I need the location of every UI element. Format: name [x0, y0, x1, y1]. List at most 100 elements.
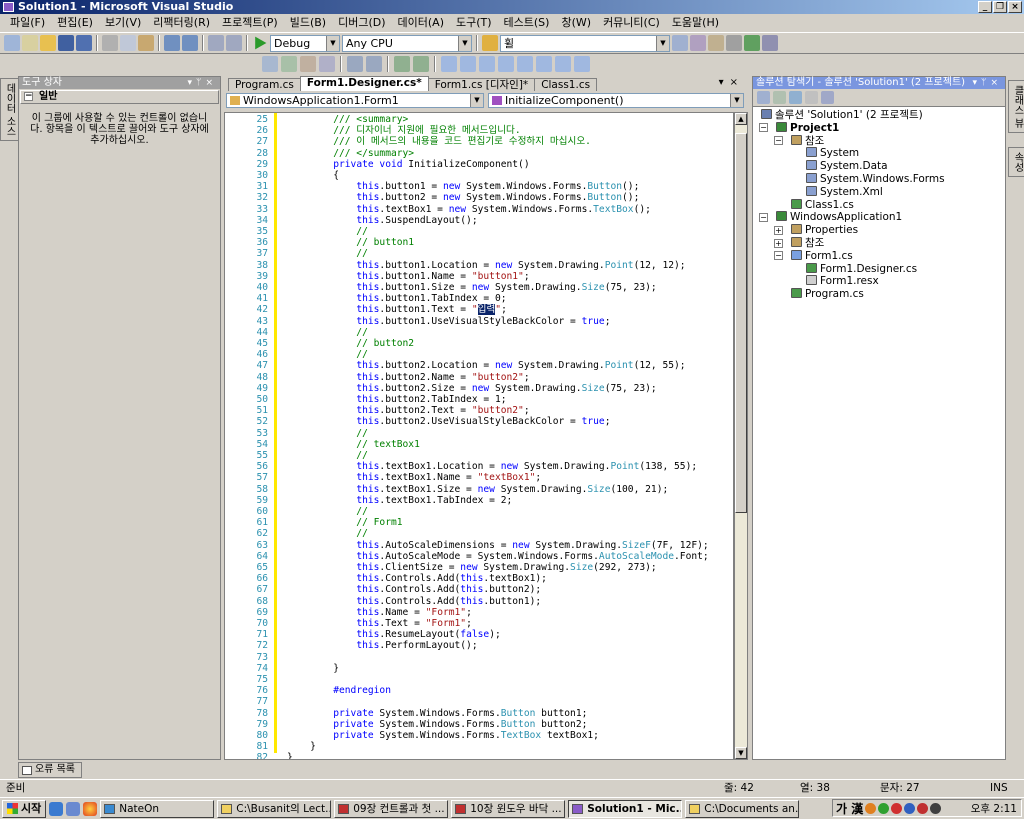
collapse-icon[interactable]: − [759, 212, 768, 222]
taskbar-button[interactable]: Solution1 - Mic... [568, 799, 683, 818]
tree-item[interactable]: Form1.cs [791, 249, 853, 262]
member-combo[interactable]: InitializeComponent() ▼ [488, 93, 744, 108]
decrease-indent-icon[interactable] [347, 56, 363, 72]
next-bookmark-in-document-icon[interactable] [555, 56, 571, 72]
menu-item[interactable]: 도구(T) [450, 14, 498, 32]
tree-item[interactable]: Program.cs [791, 288, 864, 300]
browser-icon[interactable] [83, 801, 98, 816]
chevron-down-icon[interactable]: ▼ [730, 94, 743, 107]
show-desktop-icon[interactable] [66, 801, 81, 816]
start-page-icon[interactable] [744, 35, 760, 51]
open-file-icon[interactable] [40, 35, 56, 51]
document-tab[interactable]: Program.cs [228, 78, 301, 91]
expand-icon[interactable]: + [774, 238, 783, 248]
close-icon[interactable]: × [990, 78, 1002, 88]
tree-item[interactable]: Properties [791, 224, 858, 236]
code-view[interactable]: 25 /// <summary> 26 /// 디자이너 지원에 필요한 메서드입… [224, 112, 734, 760]
tree-item[interactable]: System.Windows.Forms [806, 173, 945, 185]
tray-icon[interactable] [865, 802, 877, 814]
restore-button[interactable]: ❐ [993, 1, 1007, 13]
redo-icon[interactable] [182, 35, 198, 51]
previous-bookmark-in-folder-icon[interactable] [498, 56, 514, 72]
taskbar-button[interactable]: NateOn [100, 799, 215, 818]
toolbox-group-general[interactable]: − 일반 [20, 90, 219, 104]
scrollbar-thumb[interactable] [735, 133, 747, 513]
properties-icon[interactable] [757, 91, 770, 104]
properties-tab[interactable]: 속성 [1008, 147, 1024, 178]
tree-item[interactable]: Form1.Designer.cs [806, 262, 917, 275]
find-in-files-icon[interactable] [482, 35, 498, 51]
document-tab[interactable]: Form1.Designer.cs* [299, 76, 429, 91]
tray-icon[interactable] [917, 802, 929, 814]
clear-bookmarks-icon[interactable] [574, 56, 590, 72]
document-tab[interactable]: Class1.cs [534, 78, 598, 91]
increase-indent-icon[interactable] [366, 56, 382, 72]
previous-bookmark-icon[interactable] [460, 56, 476, 72]
tree-item[interactable]: Form1.resx [806, 275, 879, 287]
menu-item[interactable]: 편집(E) [51, 14, 99, 32]
tree-item[interactable]: WindowsApplication1 [776, 211, 902, 223]
tree-item[interactable]: Project1 [776, 121, 839, 134]
next-bookmark-in-folder-icon[interactable] [517, 56, 533, 72]
collapse-icon[interactable]: − [24, 92, 33, 101]
tree-item[interactable]: 참조 [791, 134, 824, 147]
new-project-icon[interactable] [4, 35, 20, 51]
toggle-bookmark-icon[interactable] [441, 56, 457, 72]
class-view-tab[interactable]: 클래스 뷰 [1008, 80, 1024, 134]
parameter-info-icon[interactable] [281, 56, 297, 72]
menu-item[interactable]: 창(W) [555, 14, 597, 32]
navigate-backward-icon[interactable] [208, 35, 224, 51]
view-class-diagram-icon[interactable] [821, 91, 834, 104]
cut-icon[interactable] [102, 35, 118, 51]
menu-item[interactable]: 데이터(A) [392, 14, 450, 32]
tree-item[interactable]: System.Data [806, 160, 888, 172]
menu-item[interactable]: 디버그(D) [332, 14, 391, 32]
paste-icon[interactable] [138, 35, 154, 51]
tab-scroll-icon[interactable]: ▾ [719, 77, 730, 88]
menu-item[interactable]: 프로젝트(P) [216, 14, 284, 32]
menu-item[interactable]: 빌드(B) [284, 14, 332, 32]
complete-word-icon[interactable] [319, 56, 335, 72]
uncomment-icon[interactable] [413, 56, 429, 72]
error-list-tab[interactable]: 오류 목록 [18, 762, 82, 778]
menu-item[interactable]: 파일(F) [4, 14, 51, 32]
toolbox-icon[interactable] [726, 35, 742, 51]
taskbar-button[interactable]: 10장 윈도우 바닥 ... [451, 799, 566, 818]
show-all-files-icon[interactable] [773, 91, 786, 104]
save-all-icon[interactable] [76, 35, 92, 51]
chevron-down-icon[interactable]: ▼ [656, 35, 669, 51]
tray-icon[interactable] [904, 802, 916, 814]
refresh-icon[interactable] [789, 91, 802, 104]
data-sources-tab[interactable]: 데이터 소스 [0, 78, 19, 142]
tree-item[interactable]: System [806, 147, 859, 159]
collapse-icon[interactable]: − [774, 136, 783, 146]
internet-explorer-icon[interactable] [49, 801, 64, 816]
comment-out-icon[interactable] [394, 56, 410, 72]
chevron-down-icon[interactable]: ▼ [326, 35, 339, 51]
menu-item[interactable]: 보기(V) [99, 14, 147, 32]
collapse-icon[interactable]: − [774, 251, 783, 261]
ime-indicator[interactable]: 가 漢 [836, 800, 863, 817]
view-code-icon[interactable] [805, 91, 818, 104]
taskbar-button[interactable]: C:\Busanit의 Lect... [217, 799, 332, 818]
tree-item[interactable]: 솔루션 'Solution1' (2 프로젝트) [761, 109, 923, 121]
window-position-icon[interactable]: ▾ [188, 78, 197, 88]
chevron-down-icon[interactable]: ▼ [470, 94, 483, 107]
start-button[interactable]: 시작 [2, 799, 47, 818]
chevron-down-icon[interactable]: ▼ [458, 35, 471, 51]
tray-icon[interactable] [878, 802, 890, 814]
document-tab[interactable]: Form1.cs [디자인]* [427, 78, 536, 91]
next-bookmark-icon[interactable] [479, 56, 495, 72]
tree-item[interactable]: 참조 [791, 237, 824, 249]
navigate-forward-icon[interactable] [226, 35, 242, 51]
display-object-member-list-icon[interactable] [262, 56, 278, 72]
object-browser-icon[interactable] [708, 35, 724, 51]
taskbar-button[interactable]: C:\Documents an... [685, 799, 800, 818]
solution-config-combo[interactable]: Debug ▼ [270, 34, 340, 52]
close-icon[interactable]: × [205, 78, 217, 88]
properties-window-icon[interactable] [690, 35, 706, 51]
undo-icon[interactable] [164, 35, 180, 51]
previous-bookmark-in-document-icon[interactable] [536, 56, 552, 72]
class-combo[interactable]: WindowsApplication1.Form1 ▼ [226, 93, 484, 108]
tray-icon[interactable] [930, 802, 942, 814]
